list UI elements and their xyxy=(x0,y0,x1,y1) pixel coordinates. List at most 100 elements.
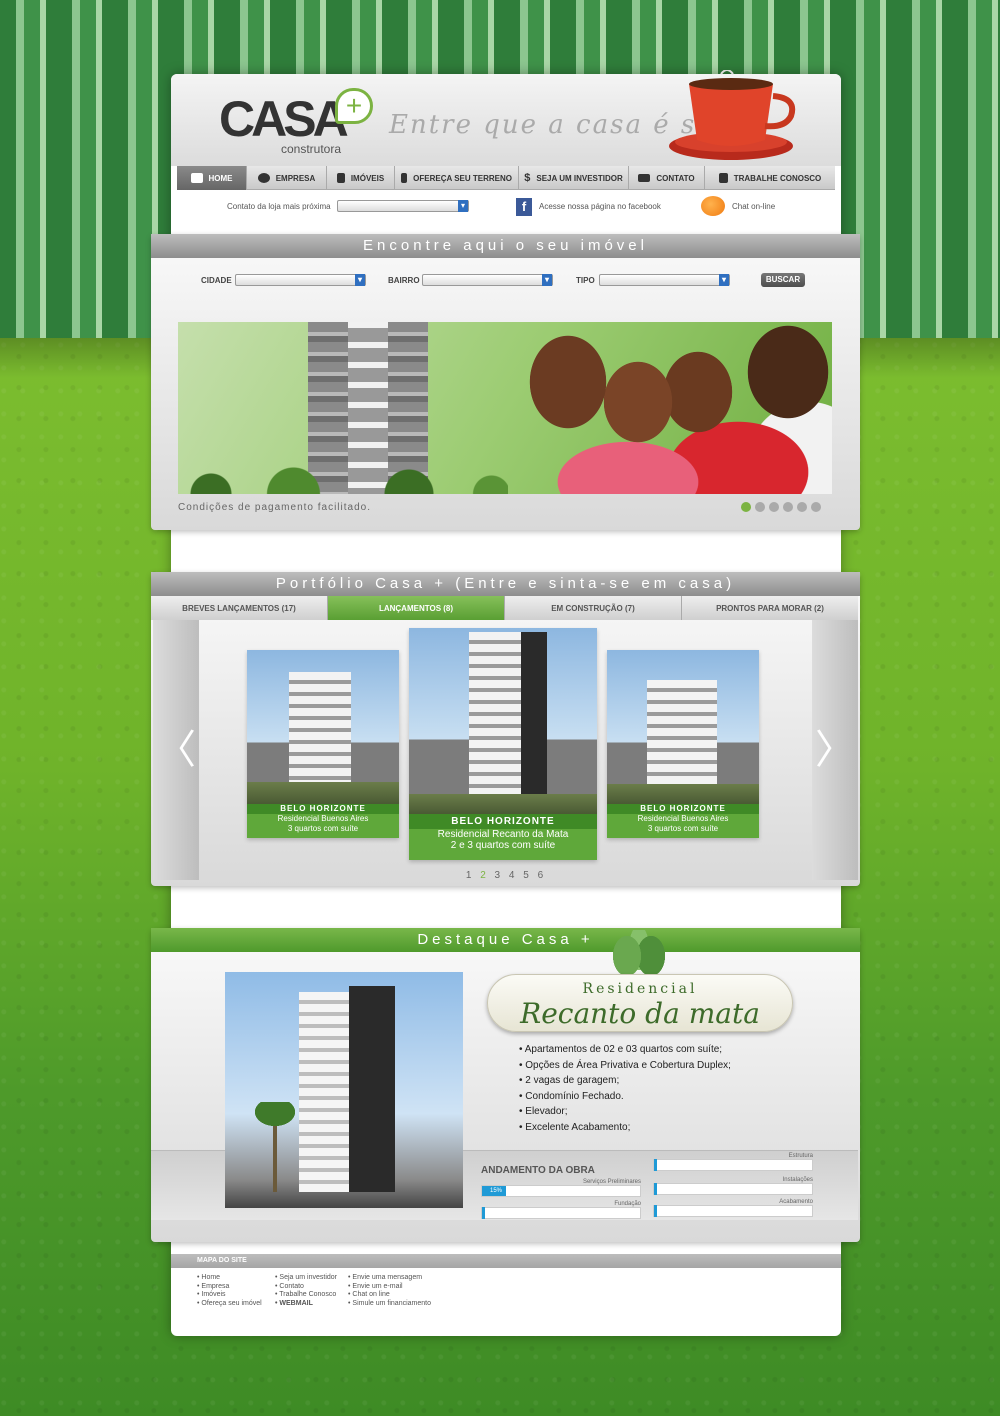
buscar-button[interactable]: BUSCAR xyxy=(761,273,805,287)
slider-dots xyxy=(741,502,821,512)
search-panel: Encontre aqui o seu imóvel CIDADE BAIRRO… xyxy=(151,234,860,530)
next-arrow-icon[interactable]: 〉 xyxy=(812,620,858,880)
property-card[interactable]: BELO HORIZONTE Residencial Buenos Aires … xyxy=(607,650,759,838)
logo-plus-icon: + xyxy=(335,88,373,124)
feature-item: Condomínio Fechado. xyxy=(519,1089,731,1105)
chat-bubble-icon xyxy=(257,173,270,183)
chat-link[interactable]: Chat on-line xyxy=(732,202,775,211)
portfolio-tabs: BREVES LANÇAMENTOS (17) LANÇAMENTOS (8) … xyxy=(151,596,858,620)
progress-bar-estrutura xyxy=(653,1159,813,1171)
badge-line1: Residencial xyxy=(582,981,698,997)
palm-tree xyxy=(255,1102,295,1192)
feature-item: Apartamentos de 02 e 03 quartos com suít… xyxy=(519,1042,731,1058)
slider-dot[interactable] xyxy=(783,502,793,512)
property-city: BELO HORIZONTE xyxy=(247,804,399,814)
store-select[interactable] xyxy=(337,200,469,212)
destaque-title: Destaque Casa + xyxy=(151,928,860,952)
tipo-label: TIPO xyxy=(576,276,595,285)
page-link[interactable]: 5 xyxy=(523,870,529,881)
nav-empresa[interactable]: EMPRESA xyxy=(247,166,327,190)
bairro-label: BAIRRO xyxy=(388,276,420,285)
progress-tick xyxy=(654,1183,657,1195)
nav-label: SEJA UM INVESTIDOR xyxy=(536,173,623,183)
tab-em-construcao[interactable]: EM CONSTRUÇÃO (7) xyxy=(505,596,682,620)
progress-bar-preliminares: 15% xyxy=(481,1185,641,1197)
property-city: BELO HORIZONTE xyxy=(409,814,597,829)
property-city: BELO HORIZONTE xyxy=(607,804,759,814)
featured-property-image[interactable] xyxy=(225,972,463,1208)
feature-item: Elevador; xyxy=(519,1104,731,1120)
nav-label: TRABALHE CONOSCO xyxy=(733,173,822,183)
coffee-cup-icon xyxy=(669,70,796,160)
handshake-icon xyxy=(401,173,408,183)
nav-label: OFEREÇA SEU TERRENO xyxy=(413,173,512,183)
property-desc: 2 e 3 quartos com suíte xyxy=(450,840,556,851)
progress-fill: 15% xyxy=(482,1186,506,1196)
feature-list: Apartamentos de 02 e 03 quartos com suít… xyxy=(519,1042,731,1135)
nav-contato[interactable]: CONTATO xyxy=(629,166,705,190)
property-label: BELO HORIZONTE Residencial Recanto da Ma… xyxy=(409,814,597,860)
property-card-featured[interactable]: BELO HORIZONTE Residencial Recanto da Ma… xyxy=(409,628,597,860)
hero-banner[interactable] xyxy=(178,322,832,494)
banner-family-photo xyxy=(508,322,832,494)
slider-dot[interactable] xyxy=(741,502,751,512)
tab-lancamentos[interactable]: LANÇAMENTOS (8) xyxy=(328,596,505,620)
nav-label: HOME xyxy=(208,173,233,183)
obra-title: ANDAMENTO DA OBRA xyxy=(481,1165,595,1176)
progress-tick xyxy=(482,1207,485,1219)
search-title: Encontre aqui o seu imóvel xyxy=(151,234,860,258)
store-contact-label: Contato da loja mais próxima xyxy=(227,202,331,211)
portfolio-pager: 1 2 3 4 5 6 xyxy=(151,870,858,881)
banner-caption: Condições de pagamento facilitado. xyxy=(178,502,371,513)
nav-label: EMPRESA xyxy=(275,173,316,183)
nav-label: CONTATO xyxy=(656,173,695,183)
nav-home[interactable]: HOME xyxy=(177,166,247,190)
leaf-icon xyxy=(609,930,669,974)
envelope-icon xyxy=(638,174,651,182)
prev-arrow-icon[interactable]: 〈 xyxy=(153,620,199,880)
street-shape xyxy=(247,782,399,804)
property-image xyxy=(409,628,597,814)
main-nav: HOME EMPRESA IMÓVEIS OFEREÇA SEU TERRENO… xyxy=(177,166,835,190)
slider-dot[interactable] xyxy=(811,502,821,512)
property-desc: 3 quartos com suíte xyxy=(647,824,719,833)
nav-label: IMÓVEIS xyxy=(350,173,385,183)
feature-item: Excelente Acabamento; xyxy=(519,1120,731,1136)
street-shape xyxy=(607,784,759,804)
property-name: Residencial Buenos Aires xyxy=(637,814,729,823)
feature-item: 2 vagas de garagem; xyxy=(519,1073,731,1089)
building-shape xyxy=(289,672,351,782)
portfolio-title: Portfólio Casa + (Entre e sinta-se em ca… xyxy=(151,572,860,596)
nav-imoveis[interactable]: IMÓVEIS xyxy=(327,166,395,190)
nav-trabalhe[interactable]: TRABALHE CONOSCO xyxy=(705,166,835,190)
residencial-badge: Residencial Recanto da mata xyxy=(487,974,793,1032)
progress-bar-acabamento xyxy=(653,1205,813,1217)
page-link[interactable]: 1 xyxy=(466,870,472,881)
page-link[interactable]: 4 xyxy=(509,870,515,881)
slider-dot[interactable] xyxy=(769,502,779,512)
progress-bar-fundacao xyxy=(481,1207,641,1219)
header: CASA + construtora Entre que a casa é su… xyxy=(171,70,841,166)
cidade-select[interactable] xyxy=(235,274,366,286)
tab-breves-lancamentos[interactable]: BREVES LANÇAMENTOS (17) xyxy=(151,596,328,620)
slider-dot[interactable] xyxy=(797,502,807,512)
tipo-select[interactable] xyxy=(599,274,730,286)
page-link[interactable]: 6 xyxy=(538,870,544,881)
logo[interactable]: CASA xyxy=(219,94,349,144)
slider-dot[interactable] xyxy=(755,502,765,512)
nav-oferca-terreno[interactable]: OFEREÇA SEU TERRENO xyxy=(395,166,519,190)
home-icon xyxy=(190,173,203,183)
dollar-icon: $ xyxy=(524,172,531,184)
property-card[interactable]: BELO HORIZONTE Residencial Buenos Aires … xyxy=(247,650,399,838)
subbar: Contato da loja mais próxima f Acesse no… xyxy=(171,192,841,220)
tab-prontos-para-morar[interactable]: PRONTOS PARA MORAR (2) xyxy=(682,596,858,620)
facebook-link[interactable]: Acesse nossa página no facebook xyxy=(539,202,661,211)
person-icon xyxy=(718,173,728,183)
page-link-current[interactable]: 2 xyxy=(480,870,486,881)
bairro-select[interactable] xyxy=(422,274,553,286)
portfolio-panel: Portfólio Casa + (Entre e sinta-se em ca… xyxy=(151,572,860,886)
facebook-icon[interactable]: f xyxy=(516,198,532,216)
chat-icon[interactable] xyxy=(701,196,725,216)
nav-investidor[interactable]: $ SEJA UM INVESTIDOR xyxy=(519,166,629,190)
page-link[interactable]: 3 xyxy=(495,870,501,881)
